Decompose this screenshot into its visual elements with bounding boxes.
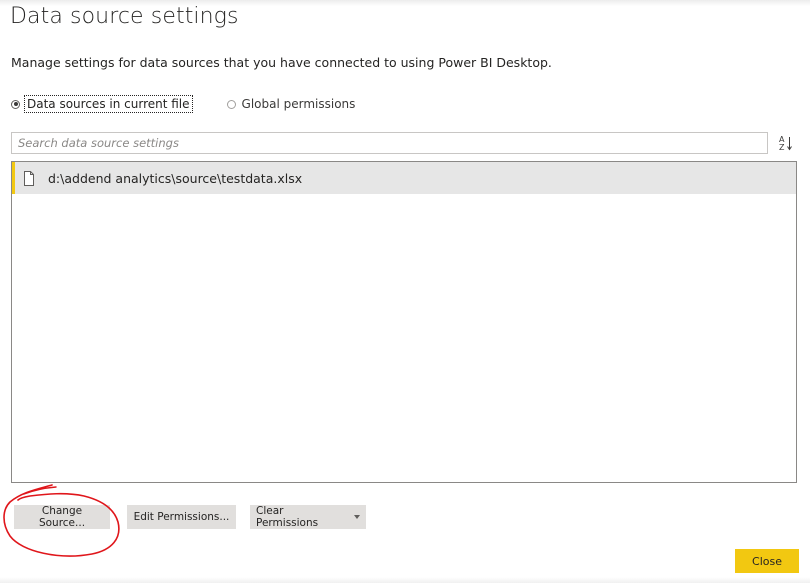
chevron-down-icon[interactable]	[354, 515, 360, 519]
edit-permissions-button[interactable]: Edit Permissions...	[127, 505, 236, 529]
list-item[interactable]: d:\addend analytics\source\testdata.xlsx	[12, 162, 796, 194]
selection-accent	[12, 162, 15, 194]
data-source-settings-dialog: Data source settings Manage settings for…	[0, 0, 810, 583]
search-input[interactable]	[18, 136, 767, 150]
radio-global-permissions-label[interactable]: Global permissions	[242, 97, 356, 111]
list-item-label: d:\addend analytics\source\testdata.xlsx	[48, 170, 303, 186]
clear-permissions-label[interactable]: Clear Permissions	[256, 505, 346, 529]
radio-checked-icon[interactable]	[11, 99, 20, 109]
file-icon	[22, 170, 36, 186]
sort-button[interactable]: A Z	[775, 131, 797, 155]
bottom-shade	[0, 577, 810, 583]
search-box[interactable]	[11, 132, 768, 154]
data-source-list: d:\addend analytics\source\testdata.xlsx	[11, 161, 797, 483]
radio-unchecked-icon[interactable]	[226, 99, 236, 109]
svg-text:Z: Z	[779, 143, 785, 152]
dialog-subtitle: Manage settings for data sources that yo…	[11, 55, 552, 70]
clear-permissions-button[interactable]: Clear Permissions	[250, 505, 366, 529]
radio-current-file[interactable]: Data sources in current file	[11, 95, 193, 113]
radio-global-permissions[interactable]: Global permissions	[226, 97, 356, 111]
change-source-button[interactable]: Change Source...	[14, 505, 110, 529]
scope-radio-group: Data sources in current file Global perm…	[11, 95, 355, 113]
sort-az-icon[interactable]: A Z	[779, 134, 793, 152]
close-button[interactable]: Close	[735, 549, 799, 573]
dialog-title: Data source settings	[10, 4, 239, 29]
radio-current-file-label[interactable]: Data sources in current file	[24, 95, 193, 113]
